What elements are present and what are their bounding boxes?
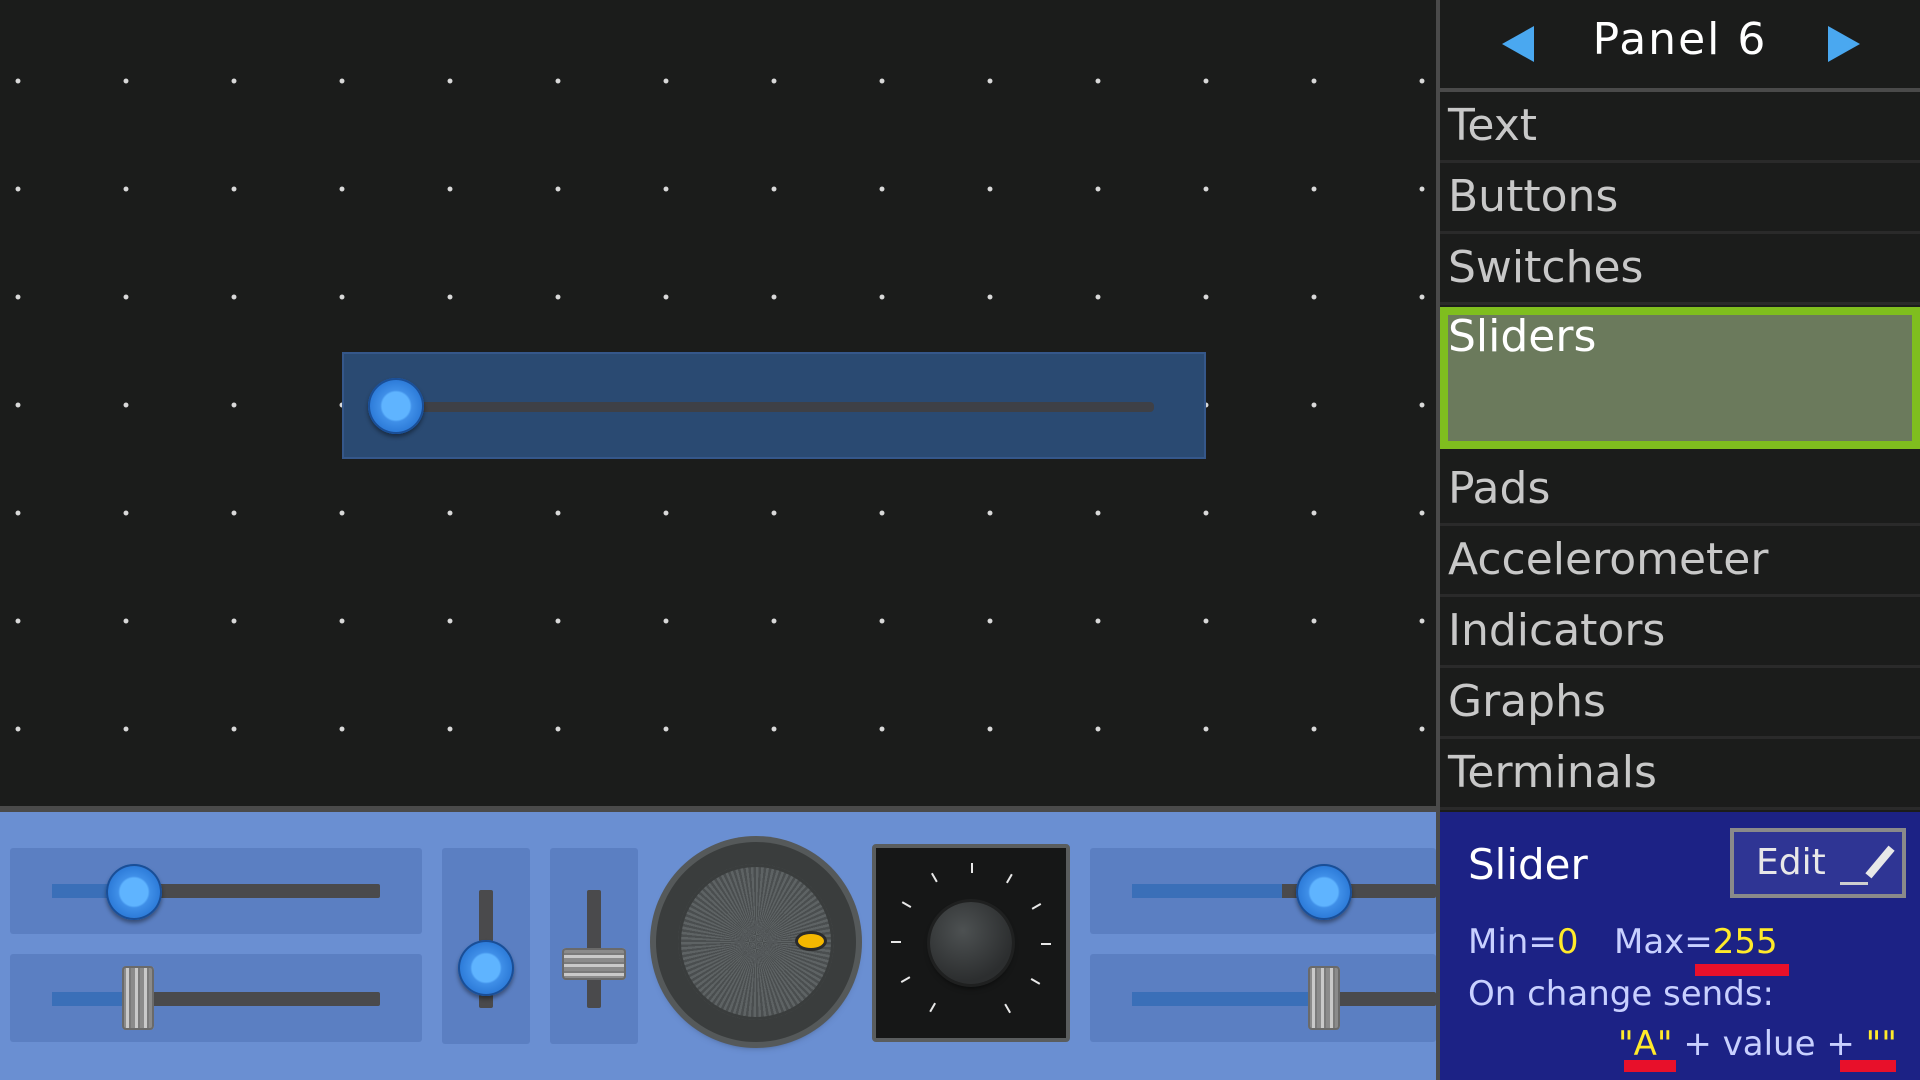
placed-slider-widget[interactable] — [342, 352, 1206, 459]
menu-item-text[interactable]: Text — [1440, 92, 1920, 163]
menu-item-switches[interactable]: Switches — [1440, 234, 1920, 305]
palette-horizontal-slider-round[interactable] — [10, 848, 422, 934]
value-expression: + value + — [1672, 1024, 1866, 1064]
slider-track — [1132, 884, 1436, 898]
knob-tick — [1041, 943, 1051, 945]
on-change-expression: "A" + value + "" — [1618, 1024, 1897, 1064]
knob-cap — [930, 902, 1012, 984]
palette-horizontal-slider-grip-right[interactable] — [1090, 954, 1436, 1042]
slider-grip-handle — [1308, 966, 1340, 1030]
knob-tick — [1004, 1003, 1011, 1014]
menu-item-accelerometer[interactable]: Accelerometer — [1440, 526, 1920, 597]
slider-grip-handle — [122, 966, 154, 1030]
knob-tick — [971, 863, 973, 873]
menu-item-indicators[interactable]: Indicators — [1440, 597, 1920, 668]
min-field[interactable]: Min=0 — [1468, 922, 1578, 962]
suffix-underline — [1840, 1060, 1896, 1072]
menu-item-sliders[interactable]: Sliders — [1440, 307, 1920, 449]
knob-tick — [1030, 978, 1041, 985]
palette-vertical-slider-round[interactable] — [442, 848, 530, 1044]
slider-grip-handle — [562, 948, 626, 980]
slider-track — [1132, 992, 1436, 1006]
menu-item-sliders-label: Sliders — [1448, 311, 1597, 362]
on-change-label: On change sends: — [1468, 974, 1774, 1014]
knob-tick — [1006, 873, 1013, 884]
edit-button-label: Edit — [1756, 842, 1826, 883]
menu-item-terminals[interactable]: Terminals — [1440, 739, 1920, 810]
palette-horizontal-slider-round-right[interactable] — [1090, 848, 1436, 934]
palette-horizontal-slider-grip[interactable] — [10, 954, 422, 1042]
knob-tick — [901, 901, 912, 908]
slider-track — [394, 402, 1154, 412]
widget-category-menu: Text Buttons Switches Sliders Pads Accel… — [1440, 92, 1920, 810]
menu-item-pads[interactable]: Pads — [1440, 455, 1920, 526]
max-value: 255 — [1712, 922, 1778, 962]
prefix-underline — [1624, 1060, 1676, 1072]
palette-knob[interactable] — [872, 844, 1070, 1042]
panel-header: Panel 6 — [1440, 0, 1920, 92]
knob-tick — [929, 1002, 936, 1013]
max-field[interactable]: Max=255 — [1614, 922, 1778, 962]
pencil-underline — [1840, 882, 1868, 885]
menu-item-buttons[interactable]: Buttons — [1440, 163, 1920, 234]
slider-knob — [1296, 864, 1352, 920]
max-label: Max= — [1614, 922, 1713, 962]
widget-panel: Panel 6 Text Buttons Switches Sliders Pa… — [1440, 0, 1920, 810]
properties-panel: Slider Edit Min=0 Max=255 On change send… — [1440, 812, 1920, 1080]
min-label: Min= — [1468, 922, 1557, 962]
suffix-string[interactable]: "" — [1866, 1024, 1897, 1064]
slider-track — [52, 992, 380, 1006]
menu-item-graphs[interactable]: Graphs — [1440, 668, 1920, 739]
min-value: 0 — [1556, 922, 1579, 962]
slider-knob — [106, 864, 162, 920]
knob-tick — [891, 941, 901, 943]
knob-tick — [931, 872, 938, 883]
properties-title: Slider — [1468, 840, 1588, 889]
design-canvas[interactable] — [0, 0, 1438, 808]
palette-dial[interactable] — [656, 842, 856, 1042]
slider-knob[interactable] — [368, 378, 424, 434]
knob-tick — [1031, 903, 1042, 910]
palette-vertical-slider-grip[interactable] — [550, 848, 638, 1044]
prefix-string[interactable]: "A" — [1618, 1024, 1673, 1064]
slider-track — [52, 884, 380, 898]
dial-indicator — [798, 934, 824, 948]
slider-knob — [458, 940, 514, 996]
knob-tick — [900, 976, 911, 983]
next-panel-arrow-icon[interactable] — [1828, 26, 1860, 62]
edit-button[interactable]: Edit — [1730, 828, 1906, 898]
pencil-icon — [1865, 845, 1895, 879]
